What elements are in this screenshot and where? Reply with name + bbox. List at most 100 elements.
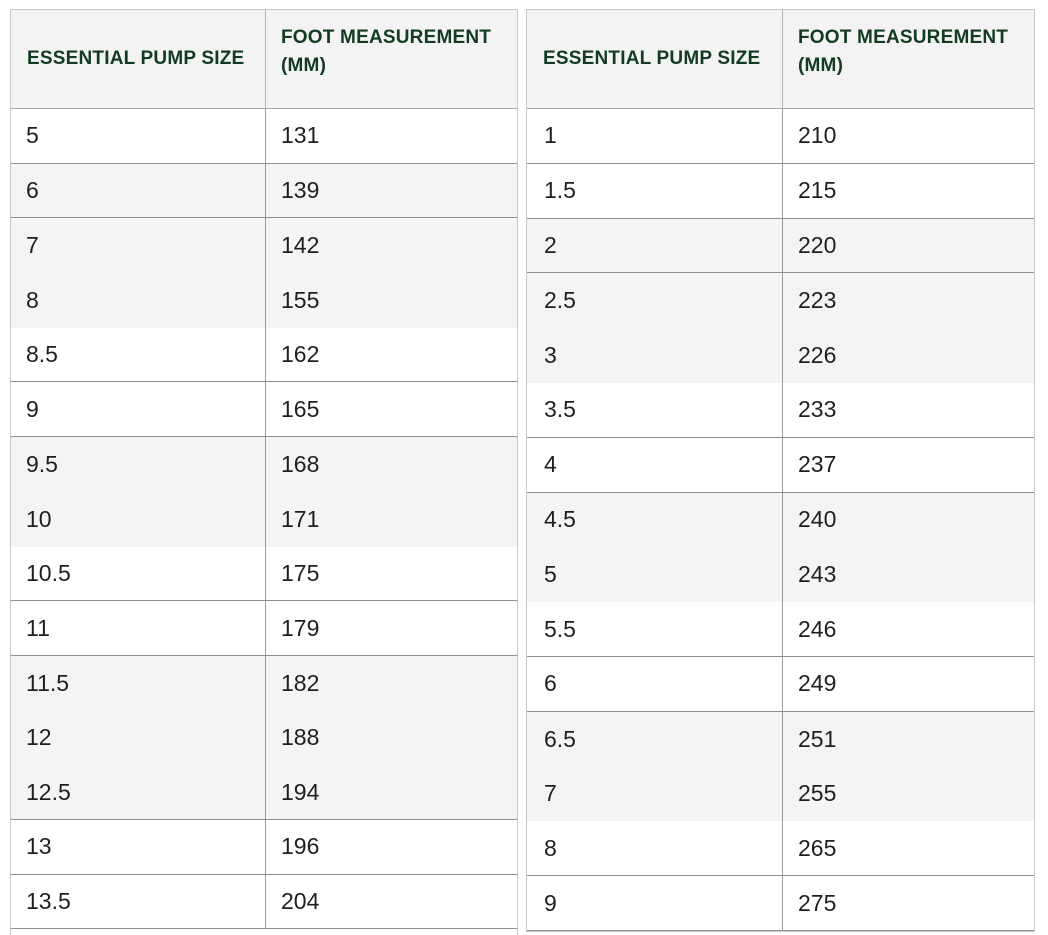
table-header: ESSENTIAL PUMP SIZE FOOT MEASUREMENT (MM…: [527, 10, 1034, 109]
pump-size-cell: 8: [11, 273, 266, 328]
pump-size-cell: 6: [11, 163, 266, 218]
pump-size-cell: 6.5: [527, 711, 783, 767]
foot-measurement-cell: 142: [281, 232, 320, 259]
table-row: 13 196: [11, 819, 517, 875]
foot-measurement-cell: 210: [798, 122, 837, 149]
table-row: 3.5 233: [527, 382, 1034, 438]
foot-measurement-cell: 204: [281, 887, 320, 914]
foot-measurement-cell: 131: [281, 122, 320, 149]
table-row: 11 179: [11, 601, 517, 656]
pump-size-cell: 9: [11, 382, 266, 437]
pump-size-cell: 8.5: [11, 327, 266, 382]
table-row: 2 220: [527, 218, 1034, 274]
foot-measurement-cell: 251: [798, 725, 837, 752]
pump-size-cell: 2: [527, 218, 783, 273]
table-row: 8 265: [527, 821, 1034, 877]
table-row: 11.5 182: [11, 655, 517, 711]
foot-measurement-cell: 246: [798, 615, 837, 642]
foot-measurement-cell: 196: [281, 833, 320, 860]
pump-size-cell: 13.5: [11, 874, 266, 929]
pump-size-cell: 3: [527, 328, 783, 383]
pump-size-cell: 5: [527, 547, 783, 603]
header-pump-size: ESSENTIAL PUMP SIZE: [527, 10, 783, 108]
pump-size-cell: 1.5: [527, 163, 783, 218]
foot-measurement-cell: 162: [281, 341, 320, 368]
pump-size-cell: 6: [527, 656, 783, 711]
pump-size-cell: 7: [527, 766, 783, 822]
table-row: 6 139: [11, 163, 517, 219]
pump-size-cell: 12.5: [11, 765, 266, 819]
foot-measurement-cell: 223: [798, 287, 837, 314]
foot-measurement-cell: 240: [798, 506, 837, 533]
table-row: 12 188: [11, 710, 517, 766]
table-header: ESSENTIAL PUMP SIZE FOOT MEASUREMENT (MM…: [11, 10, 517, 109]
table-row: 3 226: [527, 328, 1034, 383]
pump-size-cell: 11: [11, 601, 266, 655]
table-row: 5 131: [11, 109, 517, 164]
foot-measurement-cell: 233: [798, 396, 837, 423]
foot-measurement-cell: 165: [281, 395, 320, 422]
foot-measurement-cell: 194: [281, 778, 320, 805]
foot-measurement-cell: 182: [281, 669, 320, 696]
table-row: 2.5 223: [527, 273, 1034, 329]
table-row: 10.5 175: [11, 546, 517, 602]
table-row: 4 237: [527, 437, 1034, 493]
table-row: 1.5 215: [527, 163, 1034, 219]
table-row: 9.5 168: [11, 437, 517, 492]
pump-size-cell: 13: [11, 819, 266, 874]
header-pump-size: ESSENTIAL PUMP SIZE: [11, 10, 266, 108]
pump-size-cell: 8: [527, 821, 783, 876]
pump-size-cell: 9: [527, 876, 783, 930]
table-body: 5 131 6 139 7 142 8 155 8.5 162 9 165 9.5 168 10 171 10.…: [11, 109, 517, 930]
table-row: 8.5 162: [11, 327, 517, 383]
foot-measurement-cell: 275: [798, 889, 837, 916]
table-row: 10 171: [11, 491, 517, 547]
size-table-left: ESSENTIAL PUMP SIZE FOOT MEASUREMENT (MM…: [10, 9, 518, 935]
pump-size-cell: 5: [11, 109, 266, 163]
table-row: 13.5 204: [11, 874, 517, 930]
header-foot-measurement: FOOT MEASUREMENT (MM): [281, 27, 492, 76]
foot-measurement-cell: 168: [281, 450, 320, 477]
pump-size-cell: 3.5: [527, 382, 783, 437]
pump-size-cell: 7: [11, 218, 266, 274]
header-foot-measurement: FOOT MEASUREMENT (MM): [798, 27, 1009, 76]
table-row: 9 275: [527, 876, 1034, 931]
foot-measurement-cell: 175: [281, 559, 320, 586]
table-row: 6.5 251: [527, 711, 1034, 767]
foot-measurement-cell: 249: [798, 670, 837, 697]
pump-size-cell: 11.5: [11, 655, 266, 711]
table-row: 12.5 194: [11, 765, 517, 820]
table-body: 1 210 1.5 215 2 220 2.5 223 3 226 3.5 233 4 237 4.5 240…: [527, 109, 1034, 931]
foot-measurement-cell: 255: [798, 780, 837, 807]
table-row: 6 249: [527, 656, 1034, 712]
foot-measurement-cell: 226: [798, 342, 837, 369]
pump-size-cell: 4.5: [527, 492, 783, 548]
pump-size-cell: 9.5: [11, 437, 266, 492]
foot-measurement-cell: 155: [281, 286, 320, 313]
table-row: 4.5 240: [527, 492, 1034, 548]
pump-size-cell: 10.5: [11, 546, 266, 601]
foot-measurement-cell: 215: [798, 177, 837, 204]
foot-measurement-cell: 139: [281, 177, 320, 204]
foot-measurement-cell: 179: [281, 614, 320, 641]
table-row: 7 255: [527, 766, 1034, 822]
foot-measurement-cell: 188: [281, 724, 320, 751]
pump-size-cell: 12: [11, 710, 266, 766]
table-row: 5.5 246: [527, 602, 1034, 657]
foot-measurement-cell: 220: [798, 231, 837, 258]
pump-size-cell: 1: [527, 109, 783, 163]
pump-size-cell: 4: [527, 437, 783, 492]
size-table-right: ESSENTIAL PUMP SIZE FOOT MEASUREMENT (MM…: [526, 9, 1035, 932]
table-row: 5 243: [527, 547, 1034, 603]
table-row: 7 142: [11, 218, 517, 274]
foot-measurement-cell: 171: [281, 505, 320, 532]
pump-size-cell: 2.5: [527, 273, 783, 329]
table-row: 9 165: [11, 382, 517, 438]
table-row: 1 210: [527, 109, 1034, 164]
foot-measurement-cell: 265: [798, 834, 837, 861]
foot-measurement-cell: 237: [798, 451, 837, 478]
pump-size-cell: 5.5: [527, 602, 783, 656]
foot-measurement-cell: 243: [798, 561, 837, 588]
pump-size-cell: 10: [11, 491, 266, 547]
table-row: 8 155: [11, 273, 517, 328]
